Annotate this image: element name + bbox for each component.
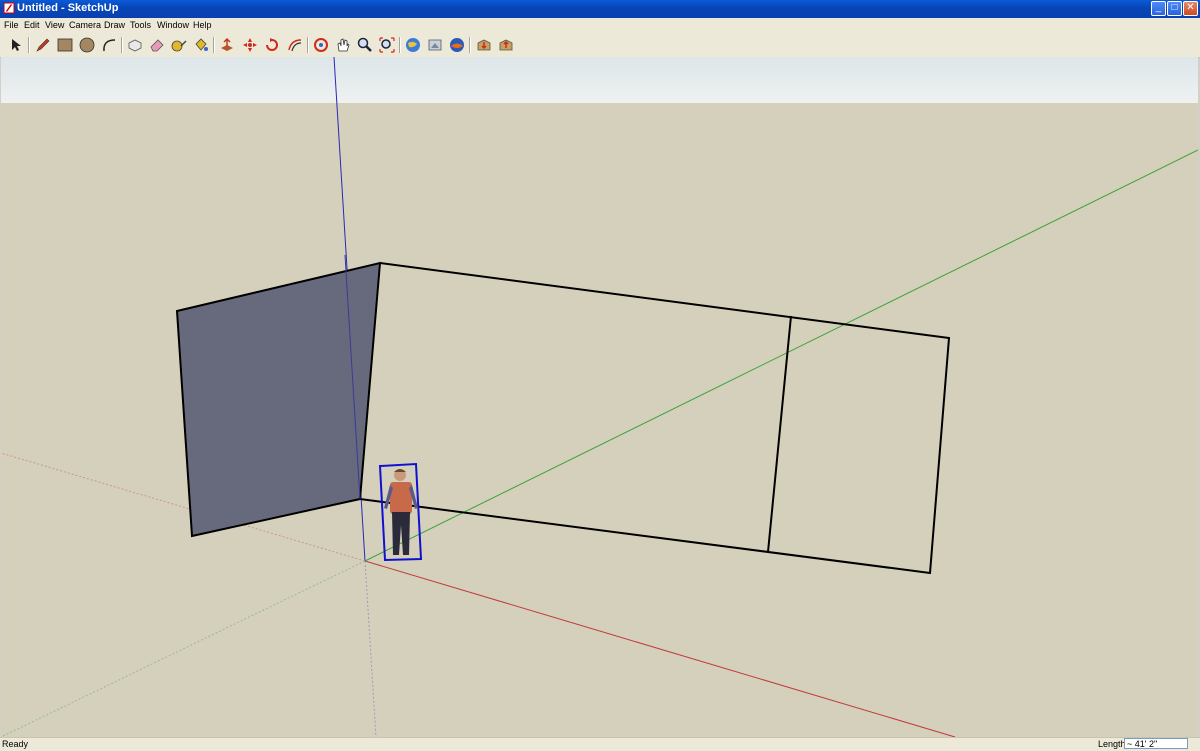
window-title: Untitled - SketchUp (17, 2, 119, 14)
person-component[interactable] (378, 462, 423, 562)
menu-help[interactable]: Help (193, 19, 212, 32)
toolbar-separator (28, 37, 30, 53)
blue-axis-negative (364, 560, 377, 737)
move-icon[interactable] (240, 35, 260, 55)
toolbar-separator (307, 37, 309, 53)
warehouse-share-icon[interactable] (496, 35, 516, 55)
sketchup-app-icon (3, 2, 15, 14)
paint-bucket-icon[interactable] (191, 35, 211, 55)
toolbar (0, 33, 1200, 58)
pencil-icon[interactable] (33, 35, 53, 55)
rectangle-icon[interactable] (55, 35, 75, 55)
title-bar: Untitled - SketchUp _ □ ✕ (0, 0, 1200, 18)
green-axis-positive (364, 149, 1198, 562)
orbit-icon[interactable] (311, 35, 331, 55)
menu-draw[interactable]: Draw (104, 19, 125, 32)
tape-measure-icon[interactable] (169, 35, 189, 55)
offset-icon[interactable] (285, 35, 305, 55)
eraser-icon[interactable] (147, 35, 167, 55)
menu-edit[interactable]: Edit (24, 19, 40, 32)
status-bar: Ready Length ~ 41' 2" (0, 737, 1200, 751)
make-component-icon[interactable] (125, 35, 145, 55)
scene-canvas (1, 57, 1198, 737)
status-text: Ready (2, 739, 29, 749)
measurements-input[interactable]: ~ 41' 2" (1124, 738, 1188, 749)
rotate-icon[interactable] (262, 35, 282, 55)
close-button[interactable]: ✕ (1183, 1, 1198, 16)
modeling-viewport[interactable] (1, 57, 1198, 737)
menu-bar: File Edit View Camera Draw Tools Window … (0, 18, 1200, 33)
zoom-extents-icon[interactable] (377, 35, 397, 55)
select-icon[interactable] (6, 35, 26, 55)
warehouse-get-icon[interactable] (474, 35, 494, 55)
push-pull-icon[interactable] (217, 35, 237, 55)
person-shirt (390, 482, 412, 514)
menu-view[interactable]: View (45, 19, 64, 32)
google-earth-icon[interactable] (447, 35, 467, 55)
menu-tools[interactable]: Tools (130, 19, 151, 32)
pan-icon[interactable] (333, 35, 353, 55)
measurements-label: Length (1098, 739, 1126, 749)
toolbar-separator (469, 37, 471, 53)
maximize-button[interactable]: □ (1167, 1, 1182, 16)
zoom-icon[interactable] (355, 35, 375, 55)
red-axis-positive (364, 560, 956, 737)
menu-window[interactable]: Window (157, 19, 189, 32)
toolbar-separator (399, 37, 401, 53)
toolbar-separator (121, 37, 123, 53)
arc-icon[interactable] (99, 35, 119, 55)
wall-divider-edge (767, 315, 792, 553)
menu-file[interactable]: File (4, 19, 19, 32)
green-axis-negative (1, 560, 366, 737)
menu-camera[interactable]: Camera (69, 19, 101, 32)
minimize-button[interactable]: _ (1151, 1, 1166, 16)
get-models-icon[interactable] (403, 35, 423, 55)
circle-icon[interactable] (77, 35, 97, 55)
toolbar-separator (213, 37, 215, 53)
share-model-icon[interactable] (425, 35, 445, 55)
shaded-wall-face (175, 261, 382, 538)
